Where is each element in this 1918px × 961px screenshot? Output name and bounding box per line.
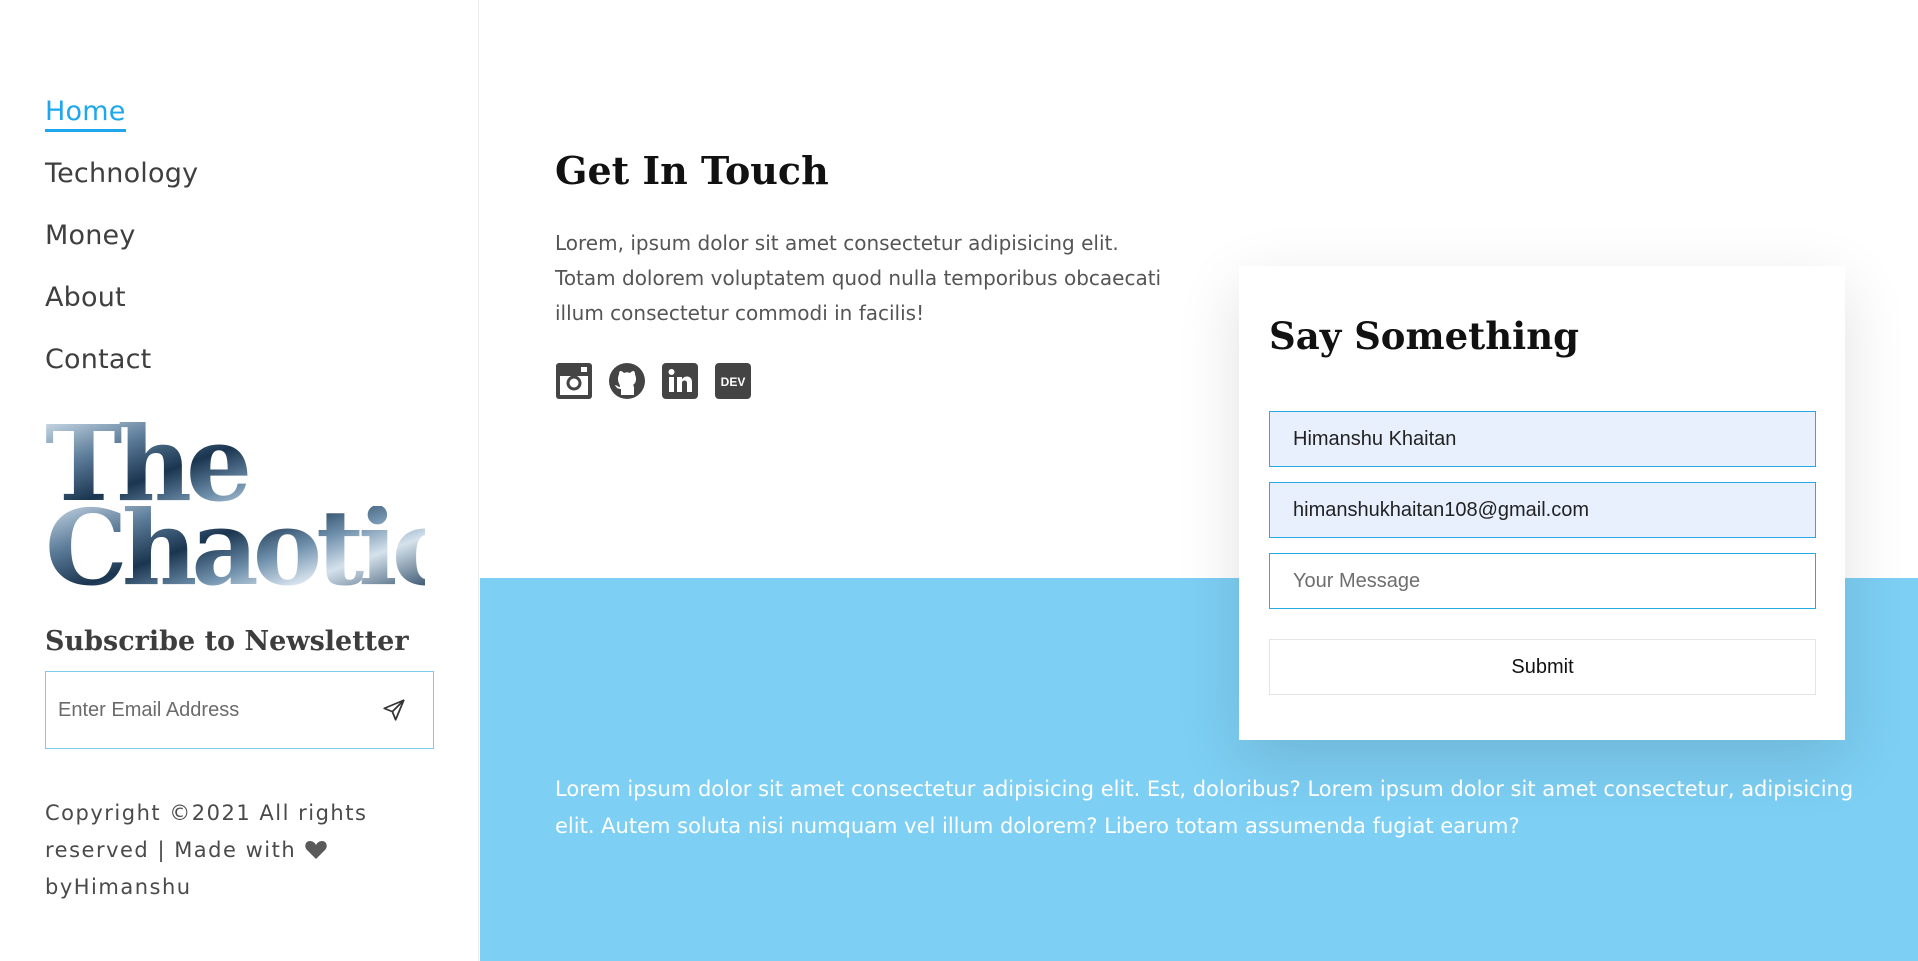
nav-item-contact: Contact bbox=[45, 344, 198, 406]
contact-title: Get In Touch bbox=[555, 148, 829, 193]
dev-icon[interactable]: DEV bbox=[714, 362, 752, 400]
nav-link-money[interactable]: Money bbox=[45, 220, 136, 253]
nav-link-contact[interactable]: Contact bbox=[45, 344, 151, 377]
svg-text:DEV: DEV bbox=[721, 375, 746, 389]
nav-item-about: About bbox=[45, 282, 198, 344]
github-icon[interactable] bbox=[608, 362, 646, 400]
site-logo[interactable]: The Chaotic bbox=[45, 412, 455, 609]
name-input[interactable] bbox=[1269, 411, 1816, 467]
nav-link-technology[interactable]: Technology bbox=[45, 158, 198, 191]
contact-description: Lorem, ipsum dolor sit amet consectetur … bbox=[555, 231, 1162, 325]
nav-item-technology: Technology bbox=[45, 158, 198, 220]
message-input[interactable] bbox=[1269, 553, 1816, 609]
copyright-suffix: byHimanshu bbox=[45, 875, 192, 899]
heart-icon bbox=[305, 841, 328, 859]
main-nav: Home Technology Money About Contact bbox=[45, 96, 198, 406]
nav-item-money: Money bbox=[45, 220, 198, 282]
send-icon[interactable] bbox=[381, 697, 407, 723]
sidebar: Home Technology Money About Contact The … bbox=[0, 0, 479, 961]
nav-link-about[interactable]: About bbox=[45, 282, 126, 315]
copyright-text: Copyright ©2021 All rights reserved | Ma… bbox=[45, 795, 375, 906]
form-title: Say Something bbox=[1269, 314, 1579, 358]
footer-text: Lorem ipsum dolor sit amet consectetur a… bbox=[555, 777, 1854, 838]
newsletter-email-input[interactable] bbox=[58, 698, 381, 722]
nav-link-home[interactable]: Home bbox=[45, 96, 126, 132]
email-input[interactable] bbox=[1269, 482, 1816, 538]
submit-button[interactable]: Submit bbox=[1269, 639, 1816, 695]
logo-line-2: Chaotic bbox=[45, 486, 455, 609]
linkedin-icon[interactable] bbox=[661, 362, 699, 400]
social-links: DEV bbox=[555, 362, 752, 400]
instagram-icon[interactable] bbox=[555, 362, 593, 400]
newsletter-form bbox=[45, 671, 434, 749]
nav-item-home: Home bbox=[45, 96, 198, 158]
newsletter-title: Subscribe to Newsletter bbox=[45, 626, 409, 657]
contact-form: Say Something Submit bbox=[1239, 266, 1845, 740]
